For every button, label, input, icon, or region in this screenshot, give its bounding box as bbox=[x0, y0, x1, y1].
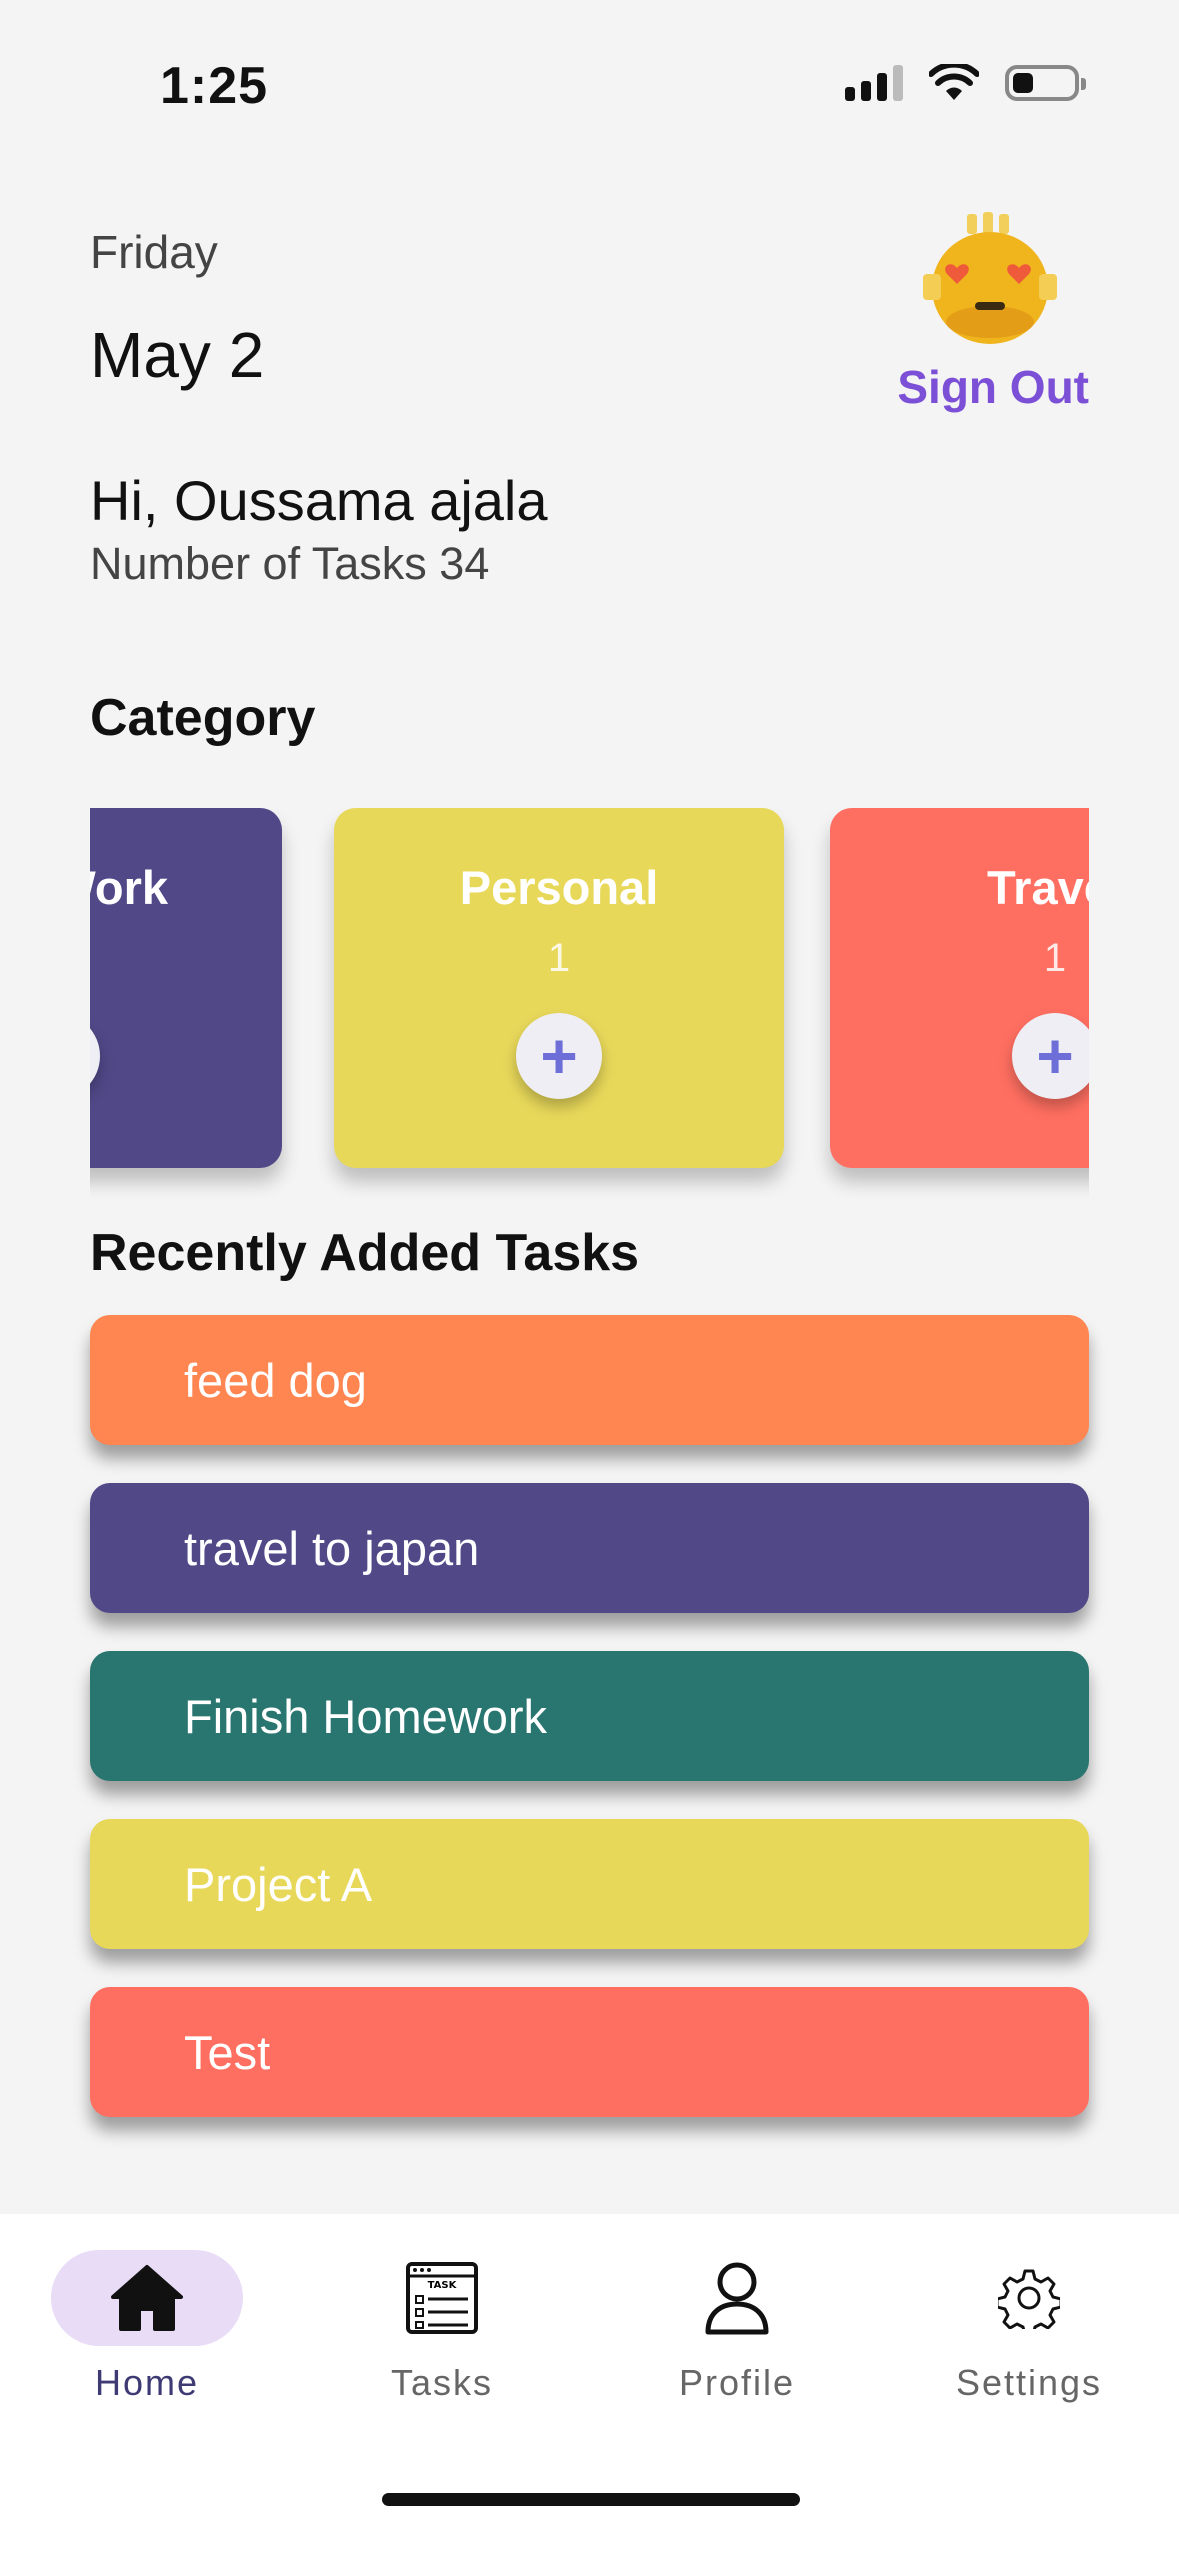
category-name: Personal bbox=[459, 861, 659, 914]
task-name: feed dog bbox=[184, 1353, 367, 1407]
add-task-button[interactable]: + bbox=[516, 1013, 602, 1099]
battery-icon bbox=[1005, 65, 1086, 101]
recent-task-list: feed dog travel to japan Finish Homework… bbox=[90, 1315, 1089, 2155]
gear-icon bbox=[998, 2269, 1060, 2329]
greeting: Hi, Oussama ajala bbox=[90, 469, 548, 532]
task-name: travel to japan bbox=[184, 1521, 480, 1575]
svg-text:TASK: TASK bbox=[428, 2280, 458, 2291]
add-task-button[interactable]: + bbox=[1012, 1013, 1089, 1099]
category-count: 1 bbox=[1043, 936, 1067, 980]
category-name: Work bbox=[90, 861, 168, 914]
task-list-icon: TASK bbox=[406, 2262, 478, 2334]
task-name: Test bbox=[184, 2025, 271, 2079]
nav-profile[interactable]: Profile bbox=[622, 2250, 852, 2404]
category-count: 1 bbox=[547, 936, 571, 980]
nav-label: Profile bbox=[678, 2362, 796, 2403]
avatar[interactable] bbox=[915, 210, 1065, 350]
nav-label: Home bbox=[94, 2362, 200, 2403]
nav-label: Settings bbox=[955, 2362, 1103, 2403]
task-item[interactable]: Finish Homework bbox=[90, 1651, 1089, 1781]
task-name: Finish Homework bbox=[184, 1689, 548, 1743]
category-card-work[interactable]: Work + bbox=[90, 808, 282, 1168]
date: May 2 bbox=[90, 319, 265, 391]
task-item[interactable]: travel to japan bbox=[90, 1483, 1089, 1613]
add-task-button[interactable]: + bbox=[90, 1013, 100, 1099]
home-indicator bbox=[382, 2493, 800, 2506]
nav-settings-pill bbox=[933, 2250, 1125, 2346]
signal-icon bbox=[845, 65, 903, 101]
nav-label: Tasks bbox=[390, 2362, 494, 2403]
task-item[interactable]: feed dog bbox=[90, 1315, 1089, 1445]
category-name: Travel bbox=[987, 861, 1089, 914]
recent-tasks-title: Recently Added Tasks bbox=[90, 1224, 640, 1282]
nav-profile-pill bbox=[641, 2250, 833, 2346]
sign-out-button[interactable]: Sign Out bbox=[897, 360, 1089, 414]
task-item[interactable]: Test bbox=[90, 1987, 1089, 2117]
plus-icon: + bbox=[540, 1020, 578, 1092]
home-icon bbox=[111, 2265, 183, 2331]
profile-icon bbox=[705, 2262, 769, 2335]
status-time: 1:25 bbox=[160, 57, 269, 115]
task-count: Number of Tasks 34 bbox=[90, 538, 490, 589]
category-card-personal[interactable]: Personal 1 + bbox=[334, 808, 784, 1168]
category-carousel[interactable]: Work + Personal 1 + Travel 1 + bbox=[90, 808, 1089, 1198]
nav-tasks-pill: TASK bbox=[346, 2250, 538, 2346]
day-name: Friday bbox=[90, 226, 218, 278]
nav-tasks[interactable]: TASK Tasks bbox=[327, 2250, 557, 2404]
status-icons bbox=[845, 64, 1086, 102]
category-title: Category bbox=[90, 689, 316, 747]
nav-home-pill bbox=[51, 2250, 243, 2346]
wifi-icon bbox=[929, 64, 979, 100]
category-card-travel[interactable]: Travel 1 + bbox=[830, 808, 1089, 1168]
plus-icon: + bbox=[1036, 1020, 1074, 1092]
task-name: Project A bbox=[184, 1857, 373, 1911]
task-item[interactable]: Project A bbox=[90, 1819, 1089, 1949]
nav-settings[interactable]: Settings bbox=[914, 2250, 1144, 2404]
nav-home[interactable]: Home bbox=[32, 2250, 262, 2404]
